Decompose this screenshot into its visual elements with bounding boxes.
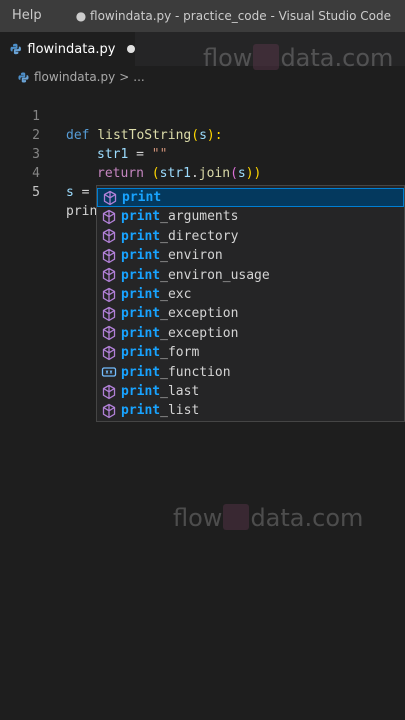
method-cube-icon [103, 190, 117, 205]
method-cube-icon [102, 248, 116, 263]
suggestion-match: print [121, 345, 161, 361]
method-cube-icon [102, 287, 116, 302]
tab-label: flowindata.py [27, 41, 116, 57]
method-cube-icon [102, 209, 116, 225]
suggestion-item[interactable]: print _last [97, 382, 404, 401]
suggestion-match: print [121, 248, 161, 264]
unsaved-dot-icon[interactable] [127, 45, 135, 53]
python-file-icon [18, 71, 29, 83]
suggestion-item[interactable]: print _exception [97, 324, 404, 343]
suggestion-match: print [121, 209, 161, 225]
suggestion-item[interactable]: print _exception [97, 304, 404, 323]
suggestion-item[interactable]: print _function [97, 363, 404, 382]
code-line: 3 return (str1.join(s)) [0, 126, 405, 181]
suggestion-match: print [121, 403, 161, 419]
method-cube-icon [102, 345, 116, 360]
method-cube-icon [102, 229, 116, 244]
suggestion-rest: _last [160, 384, 200, 399]
line-number: 5 [32, 185, 40, 200]
suggestion-match: print [121, 287, 161, 302]
watermark-logo-box [223, 504, 250, 530]
suggestion-match: prin [122, 190, 154, 205]
suggestion-match: print [121, 267, 161, 283]
suggestion-rest: _form [160, 345, 200, 361]
suggestion-rest: t [153, 190, 162, 205]
suggestion-item[interactable]: print _environ [97, 246, 404, 265]
breadcrumb-separator: > [119, 70, 130, 84]
variable-icon [101, 367, 117, 377]
suggestion-match: print [121, 306, 161, 322]
breadcrumb-file[interactable]: flowindata.py [34, 70, 115, 84]
tab-flowindata-py[interactable]: flowindata.py [0, 32, 135, 66]
watermark-bottom: flow data.com [173, 504, 364, 532]
suggestion-item[interactable]: print _list [97, 401, 404, 420]
suggestion-item[interactable]: print _form [97, 343, 404, 362]
title-bar: Help ● flowindata.py - practice_code - V… [0, 0, 405, 32]
method-cube-icon [102, 384, 116, 399]
suggestion-rest: _environ_usage [160, 267, 270, 283]
suggestion-item[interactable]: print _directory [97, 227, 404, 246]
method-cube-icon [102, 267, 116, 283]
suggestion-rest: _list [160, 403, 200, 419]
code-line: 1 def listToString(s): [0, 88, 405, 143]
suggestion-match: print [121, 325, 161, 341]
method-cube-icon [102, 403, 116, 419]
autocomplete-suggestions: prin t print _arguments print _directory print… [96, 185, 405, 422]
code-line: 5 prin [0, 164, 405, 220]
line-content: prin [66, 203, 100, 220]
suggestion-item[interactable]: print _exc [97, 285, 404, 304]
code-line: 2 str1 = "" [0, 107, 405, 162]
suggestion-item[interactable]: print _environ_usage [97, 266, 404, 285]
suggestion-rest: _environ [160, 248, 223, 264]
code-line: 4 s = ['I','want','to','join','this','st… [0, 145, 405, 200]
suggestion-match: print [121, 384, 161, 399]
suggestion-rest: _exc [160, 287, 192, 302]
suggestion-rest: _exception [160, 325, 239, 341]
suggestion-rest: _arguments [160, 209, 239, 225]
watermark-logo-box [253, 44, 280, 70]
suggestion-match: print [121, 228, 161, 244]
suggestion-match: print [121, 364, 161, 380]
suggestion-item[interactable]: prin t [97, 188, 404, 207]
suggestion-rest: _function [160, 364, 231, 380]
watermark-top: flow data.com [203, 44, 394, 72]
menu-help[interactable]: Help [12, 8, 42, 23]
window-title: ● flowindata.py - practice_code - Visual… [75, 9, 391, 23]
python-file-icon [10, 43, 21, 55]
suggestion-rest: _exception [160, 306, 239, 322]
method-cube-icon [102, 326, 116, 341]
method-cube-icon [102, 306, 116, 322]
suggestion-rest: _directory [160, 228, 239, 244]
suggestion-item[interactable]: print _arguments [97, 207, 404, 226]
breadcrumb-more[interactable]: ... [133, 70, 144, 84]
